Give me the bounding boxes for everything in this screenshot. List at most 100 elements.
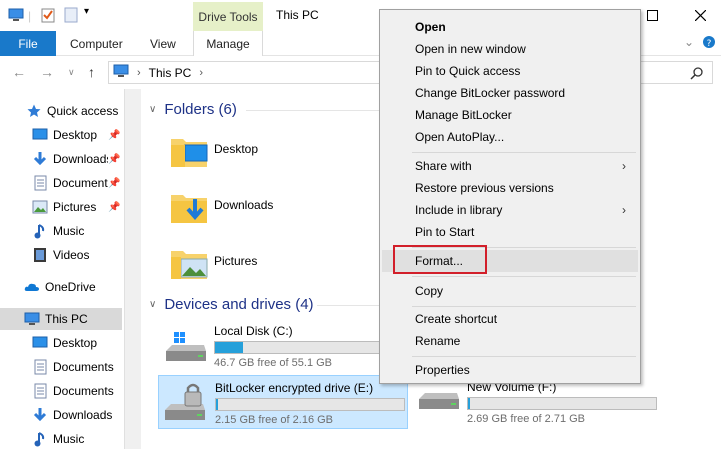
pin-icon: 📌: [108, 154, 121, 165]
drive-usage-bar: [214, 341, 404, 354]
sidebar-item-onedrive[interactable]: OneDrive: [0, 276, 122, 298]
sidebar-item-music[interactable]: Music: [0, 220, 122, 242]
menu-item-open-new-window[interactable]: Open in new window: [382, 38, 638, 60]
star-icon: [26, 103, 42, 119]
drive-usage-fill: [216, 399, 218, 410]
sidebar-item-downloads[interactable]: Downloads: [0, 404, 122, 426]
computer-icon[interactable]: [8, 7, 24, 26]
sidebar-item-pictures-pinned[interactable]: Pictures: [0, 196, 108, 218]
forward-arrow-icon[interactable]: →: [40, 64, 54, 80]
pictures-icon: [32, 199, 48, 215]
sidebar-item-desktop[interactable]: Desktop: [0, 332, 122, 354]
drive-free-space: 2.15 GB free of 2.16 GB: [215, 414, 334, 426]
address-bar[interactable]: › This PC ›: [108, 61, 383, 84]
sidebar-item-this-pc[interactable]: This PC: [0, 308, 122, 330]
group-divider: [246, 110, 381, 111]
music-icon: [32, 223, 48, 239]
sidebar-item-documents-pinned[interactable]: Documents: [0, 172, 108, 194]
svg-text:?: ?: [707, 39, 712, 49]
menu-item-copy[interactable]: Copy: [382, 280, 638, 302]
drive-usage-fill: [215, 342, 244, 353]
chevron-down-icon[interactable]: ⌄: [684, 35, 694, 49]
menu-item-share-with[interactable]: Share with ›: [382, 155, 638, 177]
pin-icon: 📌: [108, 202, 121, 213]
menu-separator: [412, 152, 636, 153]
back-arrow-icon[interactable]: ←: [12, 64, 26, 80]
chevron-right-icon: ›: [622, 203, 626, 217]
drive-name: Local Disk (C:): [214, 324, 293, 338]
sidebar-item-videos[interactable]: Videos: [0, 244, 122, 266]
sidebar-item-desktop-pinned[interactable]: Desktop: [0, 124, 122, 146]
drive-tools-context-tab: Drive Tools: [193, 2, 263, 31]
music-icon: [32, 431, 48, 447]
drive-name: BitLocker encrypted drive (E:): [215, 381, 374, 395]
drives-group-header[interactable]: ∨ Devices and drives (4): [149, 296, 314, 313]
close-icon[interactable]: [688, 4, 712, 26]
properties-icon[interactable]: [40, 7, 56, 26]
drive-free-space: 2.69 GB free of 2.71 GB: [467, 413, 586, 425]
sidebar-scrollbar[interactable]: [124, 89, 141, 449]
menu-item-include-in-library[interactable]: Include in library ›: [382, 199, 638, 221]
download-icon: [32, 407, 48, 423]
sidebar-item-documents-2[interactable]: Documents: [0, 380, 122, 402]
menu-item-rename[interactable]: Rename: [382, 330, 638, 352]
search-input[interactable]: [635, 61, 713, 84]
recent-locations-icon[interactable]: ∨: [68, 67, 75, 78]
menu-item-pin-quick-access[interactable]: Pin to Quick access: [382, 60, 638, 82]
new-folder-icon[interactable]: [64, 7, 78, 26]
chevron-down-icon: ∨: [149, 104, 157, 115]
tab-computer[interactable]: Computer: [70, 31, 123, 56]
pin-icon: 📌: [108, 130, 121, 141]
chevron-right-icon[interactable]: ›: [199, 67, 203, 79]
folder-downloads[interactable]: Downloads: [169, 183, 379, 235]
menu-item-create-shortcut[interactable]: Create shortcut: [382, 308, 638, 330]
menu-item-change-bitlocker-password[interactable]: Change BitLocker password: [382, 82, 638, 104]
help-icon[interactable]: ?: [702, 35, 716, 52]
folder-desktop[interactable]: Desktop: [169, 127, 379, 179]
hard-drive-icon: [166, 332, 206, 361]
tab-file[interactable]: File: [0, 31, 56, 56]
desktop-icon: [32, 335, 48, 351]
up-arrow-icon[interactable]: ↑: [88, 64, 95, 80]
search-icon: [690, 66, 704, 83]
cloud-icon: [24, 279, 40, 295]
sidebar-item-music-2[interactable]: Music: [0, 428, 122, 449]
tab-manage[interactable]: Manage: [193, 31, 263, 56]
maximize-icon[interactable]: [640, 4, 664, 26]
drive-local-disk-c[interactable]: Local Disk (C:) 46.7 GB free of 55.1 GB: [158, 319, 408, 373]
menu-separator: [412, 356, 636, 357]
download-icon: [32, 151, 48, 167]
window-title: This PC: [276, 8, 319, 22]
document-icon: [32, 175, 48, 191]
video-icon: [32, 247, 48, 263]
drive-usage-fill: [468, 398, 470, 409]
sidebar-item-documents[interactable]: Documents: [0, 356, 122, 378]
desktop-icon: [32, 127, 48, 143]
sidebar-item-quick-access[interactable]: Quick access: [0, 100, 122, 122]
menu-item-open[interactable]: Open: [382, 16, 638, 38]
folder-pictures[interactable]: Pictures: [169, 239, 379, 291]
drive-bitlocker-e[interactable]: BitLocker encrypted drive (E:) 2.15 GB f…: [158, 375, 408, 429]
sidebar-item-downloads-pinned[interactable]: Downloads: [0, 148, 108, 170]
chevron-right-icon: ›: [137, 66, 141, 79]
menu-item-manage-bitlocker[interactable]: Manage BitLocker: [382, 104, 638, 126]
menu-item-properties[interactable]: Properties: [382, 359, 638, 381]
tab-view[interactable]: View: [150, 31, 176, 56]
chevron-right-icon: ›: [622, 159, 626, 173]
document-icon: [32, 383, 48, 399]
folder-name: Pictures: [214, 254, 258, 268]
document-icon: [32, 359, 48, 375]
chevron-down-icon: ∨: [149, 299, 157, 310]
drive-usage-bar: [467, 397, 657, 410]
menu-item-restore-previous-versions[interactable]: Restore previous versions: [382, 177, 638, 199]
hard-drive-icon: [419, 393, 459, 409]
folders-group-header[interactable]: ∨ Folders (6): [149, 101, 237, 118]
locked-drive-icon: [165, 383, 205, 420]
drive-free-space: 46.7 GB free of 55.1 GB: [214, 357, 333, 369]
divider: |: [28, 9, 32, 23]
group-divider: [317, 305, 381, 306]
computer-icon: [113, 64, 129, 81]
menu-item-open-autoplay[interactable]: Open AutoPlay...: [382, 126, 638, 148]
customize-quick-access-icon[interactable]: ▾: [84, 6, 89, 17]
menu-item-pin-to-start[interactable]: Pin to Start: [382, 221, 638, 243]
